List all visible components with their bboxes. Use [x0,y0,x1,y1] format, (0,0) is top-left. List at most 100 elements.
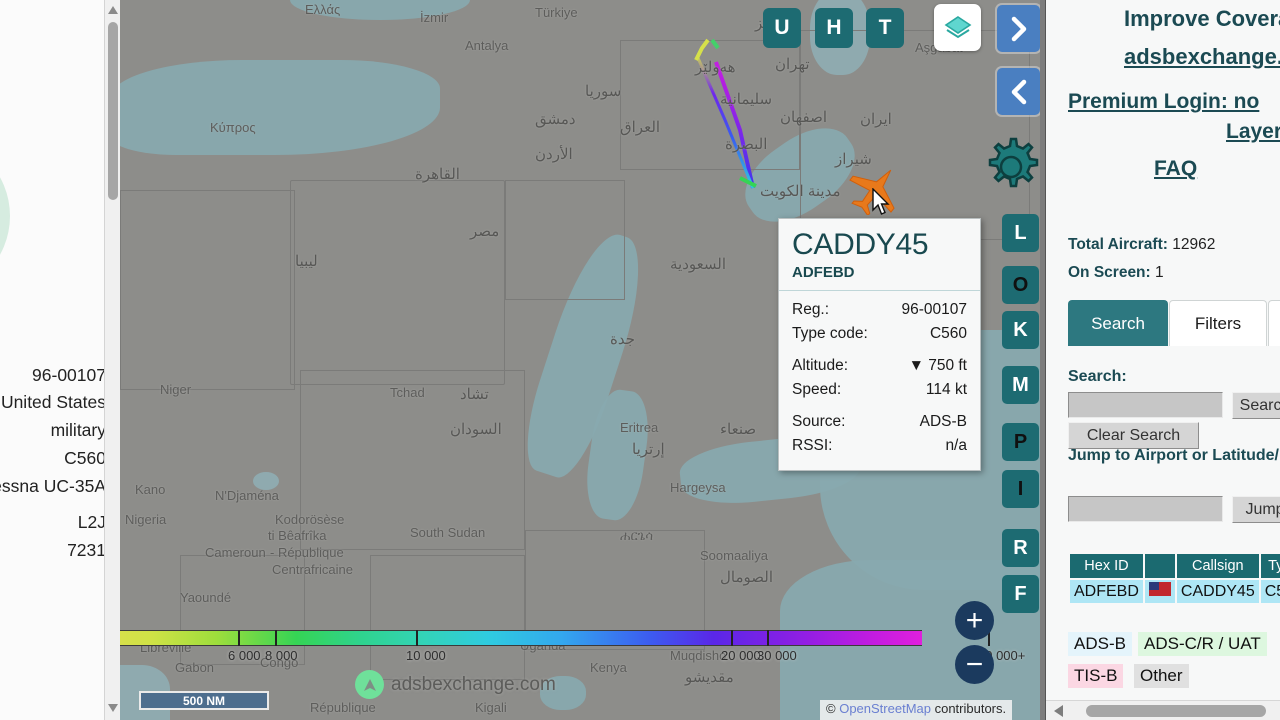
aircraft-info-tooltip[interactable]: CADDY45 ADFEBD Reg.: 96-00107 Type code: C5… [778,218,981,471]
gear-icon [988,137,1039,188]
chevron-right-icon [1011,16,1026,41]
altitude-color-scale [120,630,922,646]
panel-background-blob [0,136,10,296]
altitude-tick [238,630,240,646]
panel-expand-right-button[interactable] [997,5,1040,52]
map-button-k[interactable]: K [1002,311,1039,349]
map-settings-gear-button[interactable] [977,133,1045,201]
total-aircraft-stat: Total Aircraft: 12962 [1068,236,1215,254]
search-button[interactable]: Search [1232,392,1280,419]
adsbexchange-logo-icon [355,670,384,699]
map-button-o[interactable]: O [1002,266,1039,304]
tooltip-hex-id: ADFEBD [792,263,855,281]
premium-login-text: Premium Login: no [1068,90,1260,113]
tooltip-spacer [792,346,967,354]
tooltip-row: Reg.: 96-00107 [792,298,967,322]
layer-link[interactable]: Layer [1226,120,1280,144]
legend-adsc-uat: ADS-C/R / UAT [1138,632,1267,656]
faq-link[interactable]: FAQ [1154,157,1197,181]
map-button-f[interactable]: F [1002,575,1039,613]
zoom-out-button[interactable]: − [955,645,994,684]
altitude-tick [731,630,733,646]
aircraft-field-value: C560 [64,448,106,468]
legend-tisb: TIS-B [1068,664,1124,688]
map-button-h[interactable]: H [815,8,853,48]
map-button-t[interactable]: T [866,8,904,48]
tooltip-row-label: Altitude: [792,356,849,374]
table-column-header[interactable] [1144,554,1175,578]
tooltip-body: Reg.: 96-00107 Type code: C560 Altitude: ▼ 75… [779,291,980,470]
legend-other: Other [1134,664,1189,688]
total-aircraft-value: 12962 [1172,236,1216,253]
map-layers-button[interactable] [934,4,981,51]
tooltip-row: Type code: C560 [792,322,967,346]
clear-search-button[interactable]: Clear Search [1068,422,1199,449]
tooltip-row: Altitude: ▼ 750 ft [792,354,967,378]
aircraft-field-value: 7231 [67,540,106,560]
tooltip-callsign: CADDY45 [792,228,929,261]
legend-adsb: ADS-B [1068,632,1132,656]
on-screen-stat: On Screen: 1 [1068,264,1164,282]
aircraft-field-value: L2J [77,512,106,532]
tab-filters[interactable]: Filters [1169,300,1267,346]
scroll-down-arrow-icon[interactable] [108,704,118,712]
adsbexchange-link[interactable]: adsbexchange.com [1124,44,1280,70]
right-panel-horizontal-scrollbar[interactable] [1046,700,1280,720]
jump-label: Jump to Airport or Latitude/Longitude: [1068,447,1280,464]
sidebar-panel[interactable]: Improve Coverage adsbexchange.com Premiu… [1046,0,1280,720]
table-column-header[interactable]: Callsign [1176,554,1259,578]
map-button-r[interactable]: R [1002,529,1039,567]
map-button-u[interactable]: U [763,8,801,48]
on-screen-value: 1 [1155,264,1164,281]
adsbexchange-link-text: adsbexchange.com [1124,44,1280,69]
tab-search[interactable]: Search [1068,300,1168,346]
horizontal-scrollbar-thumb[interactable] [1086,705,1266,717]
altitude-tick-label: 20 000 [721,648,761,663]
altitude-tick-label: 6 000 [228,648,261,663]
tooltip-row-value: ADS-B [919,412,967,430]
zoom-in-button[interactable]: + [955,601,994,640]
scroll-left-arrow-icon[interactable] [1054,705,1063,717]
map-scale-bar: 500 NM [139,691,269,710]
aircraft-field-value: United States [0,392,106,412]
tooltip-row-value: n/a [945,436,967,454]
altitude-tick [416,630,418,646]
openstreetmap-link[interactable]: OpenStreetMap [839,701,931,716]
attribution-suffix: contributors. [930,701,1007,716]
aircraft-table[interactable]: Hex ID CallsignType ADFEBD CADDY45C560 [1068,552,1280,605]
altitude-tick-label: 10 000 [406,648,446,663]
left-panel-scrollbar[interactable] [104,0,120,720]
search-label: Search: [1068,368,1127,385]
tooltip-row: Speed: 114 kt [792,378,967,402]
jump-button[interactable]: Jump [1232,496,1280,523]
premium-login-link[interactable]: Premium Login: no [1068,90,1280,114]
attribution-copyright: © [826,701,840,716]
cell-callsign: CADDY45 [1176,580,1259,603]
aircraft-field-value: military [50,420,106,440]
tab-settings[interactable]: Settings [1268,300,1280,346]
scroll-up-arrow-icon[interactable] [108,6,118,14]
search-input[interactable] [1068,392,1223,418]
panel-collapse-left-button[interactable] [997,68,1040,115]
jump-input[interactable] [1068,496,1223,522]
tooltip-row-label: Speed: [792,380,842,398]
map-button-p[interactable]: P [1002,423,1039,461]
table-column-header[interactable]: Hex ID [1070,554,1143,578]
table-column-header[interactable]: Type [1260,554,1280,578]
map-button-i[interactable]: I [1002,470,1039,508]
tooltip-header: CADDY45 ADFEBD [779,219,980,291]
table-row[interactable]: ADFEBD CADDY45C560 [1070,580,1280,603]
map-button-l[interactable]: L [1002,214,1039,252]
mouse-cursor [872,188,890,215]
osm-attribution: © OpenStreetMap contributors. [820,700,1013,720]
tooltip-row-label: Reg.: [792,300,830,318]
map-button-m[interactable]: M [1002,366,1039,404]
chevron-left-icon [1011,79,1026,104]
us-flag-icon [1144,580,1175,603]
cell-type: C560 [1260,580,1280,603]
faq-link-text: FAQ [1154,157,1198,180]
tooltip-row-value: 114 kt [925,380,967,398]
scrollbar-thumb[interactable] [108,22,118,200]
aircraft-detail-panel[interactable]: Copy Link adsbexchange.com 96-00107Unite… [0,0,120,720]
aircraft-field-value: 96-00107 [32,365,106,385]
